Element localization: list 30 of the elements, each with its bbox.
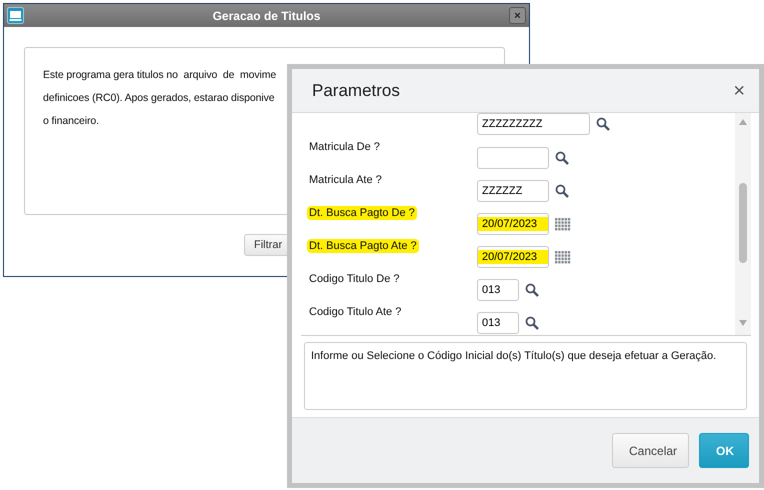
parameter-label: Dt. Busca Pagto De ? — [307, 206, 417, 220]
description-text: definicoes (RC0). Apos gerados, estarao disponive — [43, 91, 274, 106]
input-field[interactable]: ZZZZZZZZZ — [477, 113, 590, 135]
input-field[interactable] — [477, 147, 549, 169]
description-text: Este programa gera titulos no arquivo de movime — [43, 68, 276, 83]
window-title: Geracao de Titulos — [212, 8, 322, 22]
search-icon[interactable] — [596, 117, 610, 131]
description-text: o financeiro. — [43, 114, 99, 129]
parameter-label: Codigo Titulo Ate ? — [308, 305, 402, 319]
calendar-grid-icon[interactable] — [555, 250, 571, 264]
close-button[interactable]: × — [733, 82, 745, 100]
parameter-label: Matricula Ate ? — [308, 173, 383, 187]
date-field[interactable]: 20/07/2023 — [477, 246, 549, 268]
input-field[interactable]: 013 — [477, 279, 519, 301]
date-field[interactable]: 20/07/2023 — [477, 213, 549, 235]
dialog-title: Parametros — [312, 80, 401, 100]
search-icon[interactable] — [555, 151, 569, 165]
input-field[interactable]: 013 — [477, 312, 519, 334]
input-field[interactable]: ZZZZZZ — [477, 180, 549, 202]
close-button[interactable]: × — [509, 7, 526, 24]
parameter-label: Dt. Busca Pagto Ate ? — [307, 239, 419, 253]
monitor-icon — [7, 7, 24, 24]
calendar-grid-icon[interactable] — [555, 218, 571, 230]
help-text: Informe ou Selecione o Código Inicial do(s) Título(s) que deseja efetuar a Geração. — [304, 342, 747, 410]
search-icon[interactable] — [525, 316, 539, 330]
parameter-label: Matricula De ? — [308, 140, 381, 154]
parameter-label: Codigo Titulo De ? — [308, 272, 400, 286]
search-icon[interactable] — [525, 283, 539, 297]
cancel-button[interactable]: Cancelar — [612, 433, 689, 468]
search-icon[interactable] — [555, 184, 569, 198]
